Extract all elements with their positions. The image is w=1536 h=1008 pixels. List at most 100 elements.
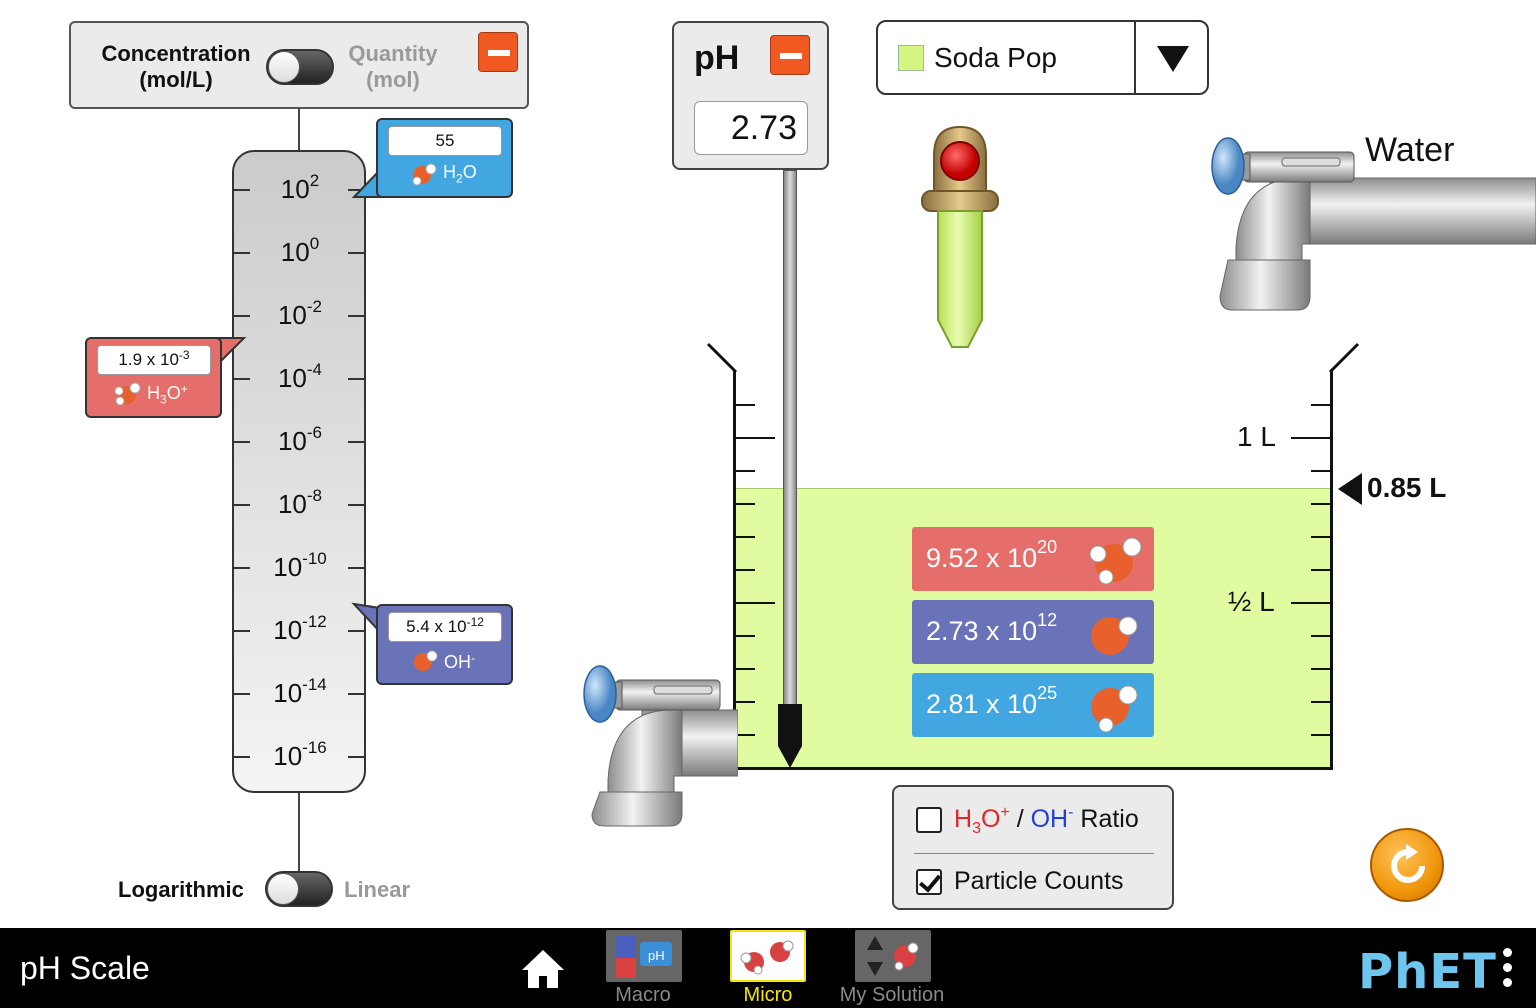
ratio-checkbox[interactable] [916,807,942,833]
units-toggle-knob[interactable] [268,51,300,83]
oh-molecule-icon [414,650,438,671]
oh-formula: OH- [444,651,475,672]
scale-tick [234,630,250,632]
scale-tick [234,441,250,443]
beaker-tick [1311,635,1331,637]
quantity-option[interactable]: Quantity (mol) [333,41,453,93]
beaker-bottom [733,767,1333,770]
combo-divider [1134,22,1136,93]
scale-tick-label: 102 [280,171,320,204]
beaker-tick [1291,437,1331,439]
particle-counts-checkbox[interactable] [916,869,942,895]
scale-bottom-connector [298,793,300,871]
phet-menu-icon[interactable] [1500,948,1514,992]
scale-tick [234,378,250,380]
concentration-option[interactable]: Concentration (mol/L) [93,41,259,93]
quantity-label: Quantity [348,41,438,66]
beaker-tick [1311,404,1331,406]
scale-tick-label: 10-8 [277,486,323,519]
beaker-1l-label: 1 L [1237,421,1276,452]
dropdown-arrow-icon[interactable] [1157,46,1189,72]
logarithmic-label[interactable]: Logarithmic [118,877,244,903]
log-linear-toggle-switch[interactable] [265,871,333,907]
beaker-tick [1311,503,1331,505]
linear-label[interactable]: Linear [344,877,410,903]
svg-text:pH: pH [648,948,665,963]
home-icon[interactable] [520,948,566,990]
my-solution-screen-button[interactable] [855,930,931,982]
oh-count-value: 2.73 x 1012 [926,610,1058,646]
drain-faucet[interactable] [582,660,738,828]
beaker-tick [1311,701,1331,703]
ph-meter-title: pH [694,39,740,77]
reset-all-button[interactable] [1370,828,1444,902]
scale-tick [348,504,364,506]
reset-icon [1391,844,1425,883]
beaker-tick [735,470,755,472]
scale-tick [348,315,364,317]
scale-tick [348,693,364,695]
scale-tick-label: 100 [280,234,320,267]
solute-combo-box[interactable]: Soda Pop [876,20,1209,95]
h3o-particle-count: 9.52 x 1020 [912,527,1154,591]
h3o-count-value: 9.52 x 1020 [926,537,1058,573]
h3o-concentration-callout[interactable]: 1.9 x 10-3 H3O+ [85,337,222,418]
scale-tick-label: 10-2 [277,297,323,330]
options-divider [914,853,1154,854]
solute-dropper[interactable] [920,125,1000,355]
particle-counts-label[interactable]: Particle Counts [954,867,1124,896]
scale-tick-label: 10-10 [273,549,327,582]
phet-logo[interactable]: PhET [1358,944,1497,1000]
solute-color-swatch [898,45,924,71]
beaker-tick [735,569,755,571]
scale-tick [348,378,364,380]
beaker-tick [1291,602,1331,604]
scale-tick [234,315,250,317]
scale-tick [348,756,364,758]
volume-value: 0.85 L [1367,472,1447,503]
oh-particle-count: 2.73 x 1012 [912,600,1154,664]
h2o-value: 55 [388,126,502,156]
graph-units-panel: Concentration (mol/L) Quantity (mol) [69,21,529,109]
navigation-bar: pH Scale pH Macro Micro My Solution PhET [0,928,1536,1008]
macro-screen-button[interactable]: pH [606,930,682,982]
concentration-label: Concentration [101,41,251,66]
h2o-formula: H2O [443,162,477,186]
h3o-value: 1.9 x 10-3 [97,345,211,375]
beaker-tick [1311,536,1331,538]
my-solution-screen-label[interactable]: My Solution [822,984,962,1007]
micro-screen-button[interactable] [730,930,806,982]
scale-tick [234,693,250,695]
scale-tick [234,189,250,191]
solute-selected-label: Soda Pop [934,42,1057,73]
ratio-label[interactable]: H3O+ / OH- Ratio [954,805,1139,838]
scale-tick-label: 10-14 [273,675,327,708]
scale-tick-label: 10-16 [273,738,327,771]
scale-tick [234,504,250,506]
h3o-formula: H3O+ [147,382,188,407]
oh-concentration-callout[interactable]: 5.4 x 10-12 OH- [376,604,513,685]
scale-tick [234,252,250,254]
ph-probe-rod[interactable] [783,170,797,710]
micro-screen-label[interactable]: Micro [698,984,838,1007]
quantity-units: (mol) [366,67,420,92]
scale-tick [234,756,250,758]
collapse-graph-button[interactable] [478,32,518,72]
units-toggle-switch[interactable] [266,49,334,85]
macro-screen-label[interactable]: Macro [573,984,713,1007]
scale-tick [348,441,364,443]
beaker-tick [735,437,775,439]
ph-meter: pH 2.73 [672,21,829,170]
beaker-tick [1311,668,1331,670]
collapse-ph-meter-button[interactable] [770,35,810,75]
beaker-tick [735,668,755,670]
oh-value: 5.4 x 10-12 [388,612,502,642]
h2o-concentration-callout[interactable]: 55 H2O [376,118,513,198]
scale-tick-label: 10-12 [273,612,327,645]
scale-tick [234,567,250,569]
scale-tick [348,252,364,254]
beaker-tick [1311,470,1331,472]
ph-probe-tip[interactable] [775,702,805,770]
h2o-count-value: 2.81 x 1025 [926,683,1058,719]
log-linear-toggle-knob[interactable] [267,873,299,905]
